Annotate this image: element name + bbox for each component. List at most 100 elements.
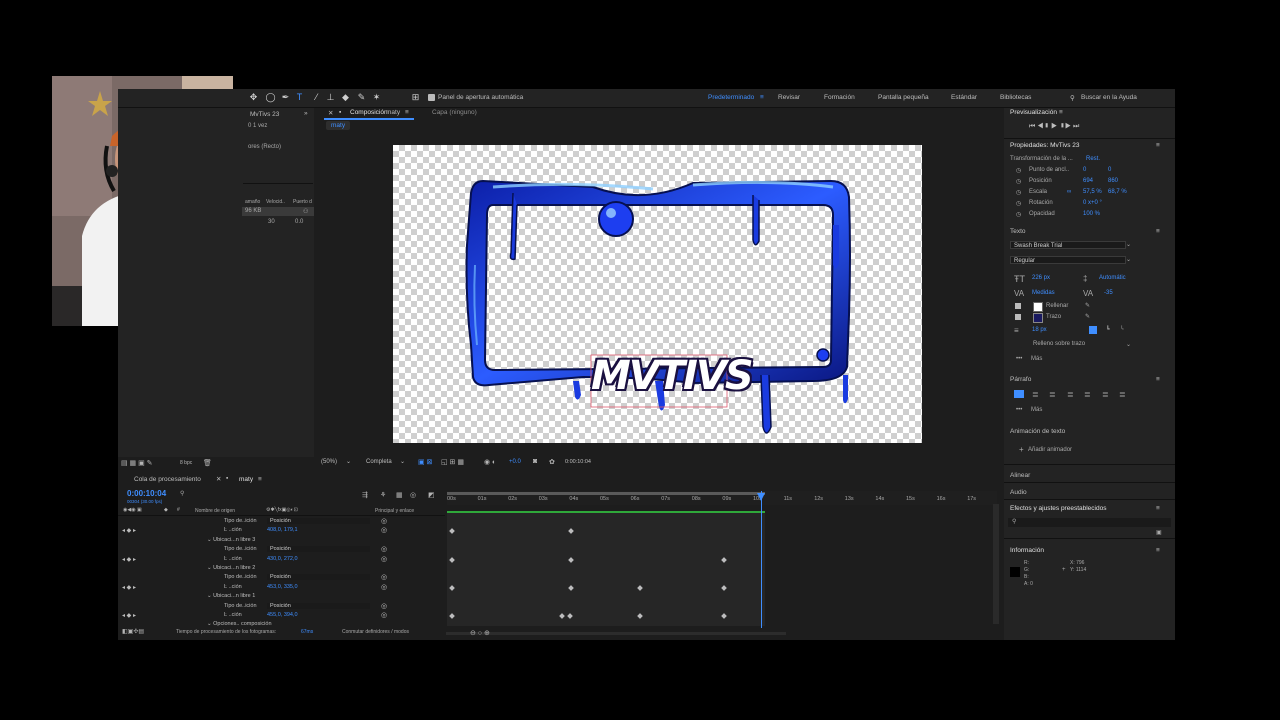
fill-swatch[interactable] (1033, 302, 1043, 312)
pickwhip-icon[interactable]: ◎ (381, 573, 387, 581)
grid-icon[interactable]: ◱ ⊞ ▦ (441, 458, 464, 466)
property-dropdown[interactable]: Posición (267, 574, 370, 581)
toggle-switches-modes[interactable]: Conmutar definidores / modos (342, 629, 409, 635)
text-section-title[interactable]: Texto (1010, 228, 1026, 235)
chevron-down-icon[interactable]: ⌄ (1126, 241, 1131, 248)
zoom-slider-knob-icon[interactable]: ⊖ ○ ⊕ (470, 629, 490, 637)
comp-tab-label[interactable]: Composición (350, 109, 388, 116)
work-area-bar[interactable] (447, 492, 765, 495)
layer-group-label[interactable]: ⌄ Opciones.. composición (207, 621, 272, 627)
current-time[interactable]: 0:00:10:04 (127, 489, 166, 498)
property-label[interactable]: Ŀ ..ción (224, 556, 242, 562)
anchor-x[interactable]: 0 (1083, 167, 1086, 173)
rotation-value[interactable]: 0 x+0 ° (1083, 200, 1102, 206)
font-size-value[interactable]: 226 px (1032, 275, 1050, 281)
stopwatch-icon[interactable]: ◷ (1016, 211, 1021, 218)
workspace-standard[interactable]: Estándar (951, 94, 977, 101)
scale-x[interactable]: 57,5 % (1083, 189, 1102, 195)
transform-reset[interactable]: Rest. (1086, 156, 1100, 162)
panel-expand-icon[interactable]: » (304, 110, 308, 117)
opacity-value[interactable]: 100 % (1083, 211, 1100, 217)
new-bin-icon[interactable]: ▣ (1156, 529, 1162, 536)
preview-menu-icon[interactable]: ≡ (1059, 109, 1063, 116)
property-label[interactable]: Ŀ ..ción (224, 584, 242, 590)
comp-panel-close-icon[interactable]: ✕ (328, 109, 333, 117)
stopwatch-icon[interactable]: ◷ (1016, 200, 1021, 207)
trash-icon[interactable]: 🗑 (203, 459, 212, 467)
workspace-small-screen[interactable]: Pantalla pequeña (878, 94, 929, 101)
timeline-search-input[interactable]: ⚲ (178, 490, 298, 499)
motion-blur-icon[interactable]: ◎ (410, 491, 416, 499)
scale-link-icon[interactable]: ∞ (1067, 189, 1071, 195)
search-icon[interactable]: ⚲ (1070, 94, 1075, 102)
layer-group-label[interactable]: ⌄ Ubicaci...n libre 2 (207, 565, 255, 571)
style-dropdown[interactable]: Regular (1010, 256, 1126, 264)
property-label[interactable]: Ŀ ..ción (224, 612, 242, 618)
pen-tool-icon[interactable]: ✒ (280, 92, 291, 103)
text-tool-icon[interactable]: T (294, 92, 305, 103)
stroke-swatch[interactable] (1033, 313, 1043, 323)
exposure-value[interactable]: +0.0 (509, 459, 521, 465)
hand-tool-icon[interactable]: ✥ (248, 92, 259, 103)
label-icon[interactable]: ◆ (164, 507, 168, 513)
property-label[interactable]: Tipo de..ición (224, 546, 257, 552)
pickwhip-icon[interactable]: ◎ (381, 517, 387, 525)
stopwatch-icon[interactable]: ◷ (1016, 167, 1021, 174)
align-left-icon[interactable] (1014, 390, 1024, 398)
transform-label[interactable]: Transformación de la ... (1010, 156, 1073, 162)
pickwhip-icon[interactable]: ◎ (381, 583, 387, 591)
viewer-timecode[interactable]: 0:00:10:04 (565, 459, 591, 465)
region-of-interest-icon[interactable]: ▣ ⊠ (418, 458, 432, 466)
switches-icons[interactable]: ⚙✱╲fx▣◎◐⊡ (266, 507, 298, 513)
property-value[interactable]: 455,0, 394,0 (267, 612, 298, 618)
effects-title[interactable]: Efectos y ajustes preestablecidos (1010, 505, 1106, 512)
show-snapshot-icon[interactable]: ✿ (549, 458, 555, 466)
justify-right-icon[interactable]: ≣ (1102, 390, 1109, 399)
col-speed[interactable]: Velocid.. (266, 199, 285, 205)
timeline-track-area[interactable] (447, 513, 765, 626)
eraser-tool-icon[interactable]: ◆ (340, 92, 351, 103)
line-join-round-icon[interactable]: ┗ (1106, 326, 1110, 333)
keyframe-nav-icon[interactable]: ◂ ◆ ▸ (122, 527, 136, 534)
draft-3d-icon[interactable]: ⇶ (362, 491, 368, 499)
text-more[interactable]: Más (1031, 356, 1042, 362)
av-switches-icons[interactable]: ◉◀◉ ▣ (123, 507, 142, 513)
stopwatch-icon[interactable]: ◷ (1016, 178, 1021, 185)
paragraph-title[interactable]: Párrafo (1010, 376, 1031, 383)
comp-tab-menu-icon[interactable]: ≡ (405, 109, 409, 116)
property-label[interactable]: Ŀ ..ción (224, 527, 242, 533)
kerning-value[interactable]: Medidas (1032, 290, 1055, 296)
line-join-miter-icon[interactable] (1089, 326, 1097, 334)
puppet-tool-icon[interactable]: ✶ (371, 92, 382, 103)
property-dropdown[interactable]: Posición (267, 546, 370, 553)
help-search-input[interactable]: Buscar en la Ayuda (1081, 94, 1137, 101)
playback-controls[interactable]: ⏮ ◀▮ ▶ ▮▶ ⏭ (1029, 123, 1079, 131)
layer-group-label[interactable]: ⌄ Ubicaci...n libre 1 (207, 593, 255, 599)
align-center-icon[interactable]: ≣ (1032, 390, 1039, 399)
pickwhip-icon[interactable]: ◎ (381, 555, 387, 563)
property-label[interactable]: Tipo de..ición (224, 603, 257, 609)
workspace-learning[interactable]: Formación (824, 94, 855, 101)
stroke-checkbox[interactable] (1015, 314, 1021, 320)
brush-tool-icon[interactable]: ⁄ (311, 92, 322, 103)
eyedropper-icon[interactable]: ✎ (1085, 313, 1090, 320)
chevron-down-icon[interactable]: ⌄ (400, 458, 405, 465)
info-title[interactable]: Información (1010, 547, 1044, 554)
shy-layers-icon[interactable]: ⚘ (380, 491, 386, 499)
plus-icon[interactable]: + (1019, 445, 1024, 454)
justify-all-icon[interactable]: ≣ (1119, 390, 1126, 399)
pickwhip-icon[interactable]: ◎ (381, 602, 387, 610)
justify-left-icon[interactable]: ≣ (1067, 390, 1074, 399)
graph-editor-icon[interactable]: ◩ (428, 491, 435, 499)
stopwatch-icon[interactable]: ◷ (1016, 189, 1021, 196)
add-animator-button[interactable]: Añadir animador (1028, 447, 1072, 453)
more-dots-icon[interactable]: ••• (1016, 356, 1022, 362)
bpc-label[interactable]: 8 bpc (180, 460, 192, 466)
eyedropper-icon[interactable]: ✎ (1085, 302, 1090, 309)
status-icons[interactable]: ◧▣✣▤ (122, 628, 144, 635)
align-right-icon[interactable]: ≣ (1049, 390, 1056, 399)
workspace-default[interactable]: Predeterminado (708, 94, 754, 101)
chevron-down-icon[interactable]: ⌄ (1126, 341, 1131, 348)
property-value[interactable]: 430,0, 272,0 (267, 556, 298, 562)
pickwhip-icon[interactable]: ◎ (381, 611, 387, 619)
